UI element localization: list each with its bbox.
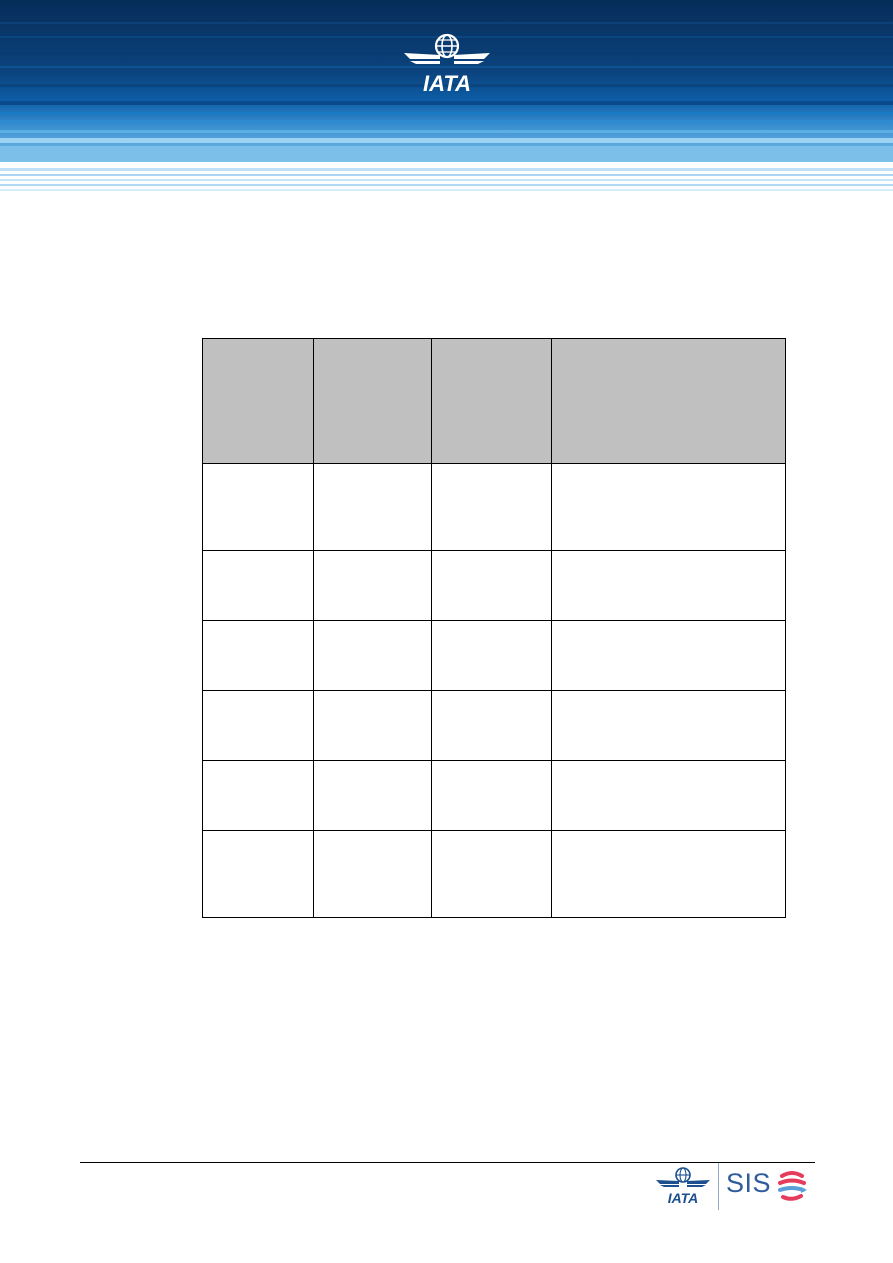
header-stripes: [0, 0, 893, 191]
table-cell: [431, 760, 552, 831]
table-cell: [431, 550, 552, 621]
table-cell: [431, 830, 552, 918]
table-cell: [431, 620, 552, 691]
table-cell: [551, 760, 786, 831]
table-cell: [551, 550, 786, 621]
table-cell: [313, 690, 432, 761]
table-cell: [551, 620, 786, 691]
header-banner: IATA: [0, 0, 893, 192]
table-row: [202, 690, 786, 761]
table-cell: [313, 760, 432, 831]
table-cell: [551, 830, 786, 918]
table-header-cell: [202, 338, 314, 464]
table-cell: [202, 463, 314, 551]
iata-logo-text: IATA: [423, 71, 471, 95]
table-row: [202, 830, 786, 918]
iata-logo: IATA: [404, 33, 490, 95]
footer-logo-separator: [718, 1163, 719, 1210]
table-cell: [313, 830, 432, 918]
table-cell: [202, 830, 314, 918]
footer-iata-logo: IATA: [656, 1167, 710, 1206]
table-cell: [313, 550, 432, 621]
footer-divider: [80, 1162, 815, 1163]
table-cell: [313, 620, 432, 691]
table-cell: [202, 620, 314, 691]
table-cell: [202, 550, 314, 621]
table-cell: [202, 690, 314, 761]
sis-brand-text: SIS: [726, 1168, 772, 1198]
table-cell: [551, 463, 786, 551]
table-cell: [202, 760, 314, 831]
table-row: [202, 463, 786, 551]
table-header-cell: [431, 338, 552, 464]
table-header-cell: [313, 338, 432, 464]
content-table: [202, 338, 786, 918]
table-cell: [313, 463, 432, 551]
table-row: [202, 620, 786, 691]
table-row: [202, 550, 786, 621]
table-row: [202, 760, 786, 831]
footer-iata-logo-text: IATA: [668, 1190, 699, 1206]
table-cell: [551, 690, 786, 761]
sis-swirl-icon: [778, 1171, 807, 1201]
table-header-row: [202, 338, 786, 464]
table-cell: [431, 463, 552, 551]
table-header-cell: [551, 338, 786, 464]
table-cell: [431, 690, 552, 761]
